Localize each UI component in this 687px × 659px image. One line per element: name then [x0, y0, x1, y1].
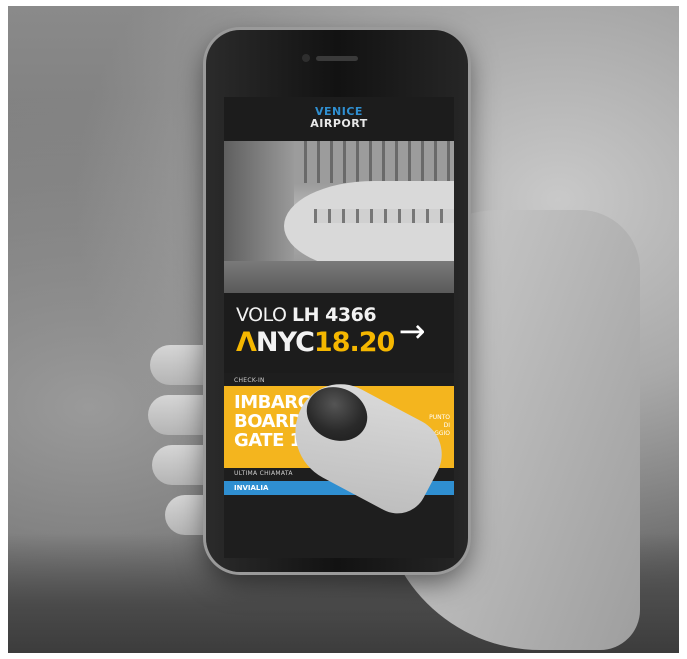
front-camera-icon	[302, 54, 310, 62]
destination-line: ΛNYC18.20	[236, 327, 395, 358]
image-ceiling	[294, 141, 454, 183]
flight-prefix: VOLO	[236, 304, 293, 326]
terminal-hero-image	[224, 141, 454, 293]
arrow-right-icon[interactable]: →	[392, 311, 432, 351]
departure-time: 18.20	[313, 327, 395, 358]
image-railing	[314, 209, 454, 223]
app-header: VENICE AIRPORT	[224, 97, 454, 141]
image-mezzanine	[284, 181, 454, 271]
flight-card[interactable]: VOLO LH 4366 ΛNYC18.20 →	[224, 293, 454, 373]
checkin-label: CHECK-IN	[234, 377, 265, 384]
destination-caret: Λ	[236, 327, 257, 358]
flight-number-line: VOLO LH 4366	[236, 304, 377, 326]
speaker-grille	[316, 56, 358, 61]
destination-code: NYC	[255, 327, 315, 358]
image-floor	[224, 261, 454, 293]
brand-logo-airport: AIRPORT	[310, 117, 368, 130]
last-call-status: INVIALIA	[234, 484, 269, 492]
gate-label: GATE	[234, 430, 290, 451]
flight-number: LH 4366	[292, 304, 377, 326]
last-call-label: ULTIMA CHIAMATA	[234, 470, 293, 477]
